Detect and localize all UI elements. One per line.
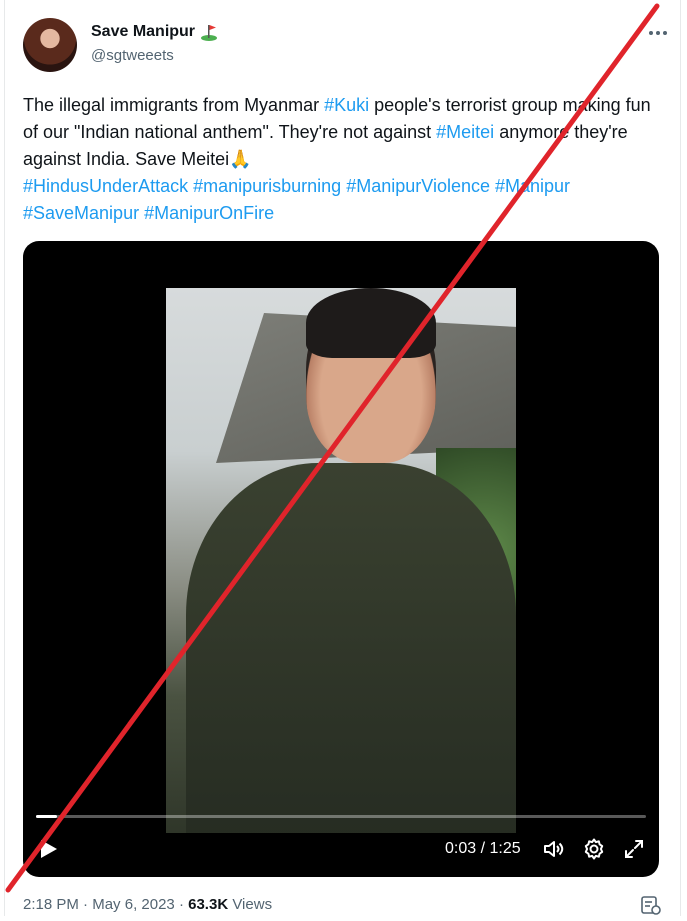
tweet-text-part: The illegal immigrants from Myanmar bbox=[23, 95, 325, 115]
hashtag-kuki[interactable]: #Kuki bbox=[324, 95, 369, 115]
video-scene-person-hair bbox=[306, 288, 436, 358]
display-name[interactable]: Save Manipur bbox=[91, 23, 195, 41]
handle[interactable]: @sgtweeets bbox=[91, 47, 174, 64]
hashtag-manipuronfire[interactable]: #ManipurOnFire bbox=[144, 203, 274, 223]
video-frame[interactable] bbox=[166, 288, 516, 833]
meta-separator: · bbox=[78, 896, 93, 913]
fullscreen-icon[interactable] bbox=[622, 837, 646, 861]
video-progress-fill bbox=[36, 815, 58, 818]
author-name-row[interactable]: Save Manipur bbox=[91, 22, 219, 42]
hashtag-savemanipur[interactable]: #SaveManipur bbox=[23, 203, 139, 223]
hashtag-manipurisburning[interactable]: #manipurisburning bbox=[193, 176, 341, 196]
hashtag-manipur[interactable]: #Manipur bbox=[495, 176, 570, 196]
tweet-date[interactable]: May 6, 2023 bbox=[92, 896, 175, 913]
play-icon[interactable] bbox=[37, 838, 59, 860]
volume-icon[interactable] bbox=[542, 837, 566, 861]
tweet-text: The illegal immigrants from Myanmar #Kuk… bbox=[23, 92, 653, 227]
avatar[interactable] bbox=[23, 18, 77, 72]
gear-icon[interactable] bbox=[582, 837, 606, 861]
tweet-meta: 2:18 PM · May 6, 2023 · 63.3K Views bbox=[23, 896, 272, 913]
hashtag-manipurviolence[interactable]: #ManipurViolence bbox=[346, 176, 490, 196]
video-scene-person-body bbox=[186, 463, 516, 833]
hashtag-meitei[interactable]: #Meitei bbox=[436, 122, 494, 142]
views-count: 63.3K bbox=[188, 896, 229, 913]
more-icon[interactable] bbox=[647, 22, 669, 44]
video-player[interactable]: 0:03 / 1:25 bbox=[23, 241, 659, 877]
video-progress-bar[interactable] bbox=[36, 815, 646, 818]
meta-separator: · bbox=[174, 896, 189, 913]
views-label: Views bbox=[228, 896, 273, 913]
video-controls: 0:03 / 1:25 bbox=[23, 821, 659, 877]
video-time: 0:03 / 1:25 bbox=[445, 840, 521, 857]
analytics-icon[interactable] bbox=[640, 894, 662, 916]
flag-icon bbox=[199, 22, 219, 42]
hashtag-hindusunderattack[interactable]: #HindusUnderAttack bbox=[23, 176, 188, 196]
tweet-time[interactable]: 2:18 PM bbox=[23, 896, 79, 913]
